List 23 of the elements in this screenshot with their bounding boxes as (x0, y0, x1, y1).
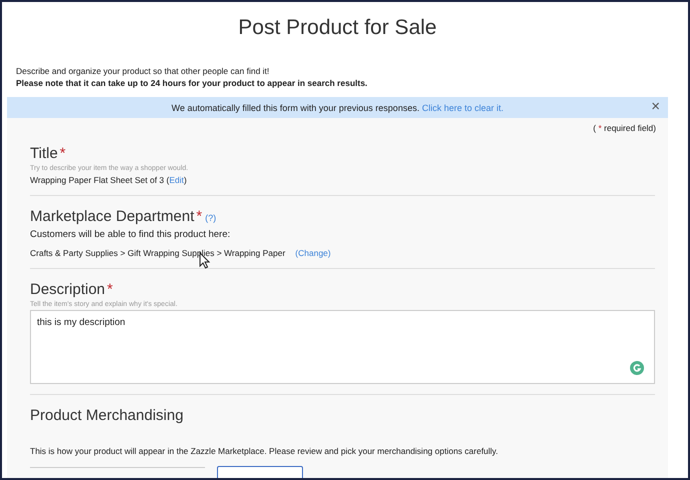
intro-text: Describe and organize your product so that other people can find it! (16, 65, 270, 77)
banner-message: We automatically filled this form with your previous responses. Click here to clear it. (172, 102, 504, 112)
section-subtitle: Customers will be able to find this product here: (30, 229, 232, 240)
required-label: * (196, 208, 202, 225)
description-field[interactable]: this is my description (30, 310, 655, 384)
breadcrumb-path: Crafts & Party Supplies > Gift Wrapping Supplies > Wrapping Paper (30, 248, 286, 258)
section-label: Product Merchandising (30, 407, 184, 424)
section-label: Title (30, 145, 58, 162)
help-link[interactable]: (?) (205, 213, 216, 223)
close-button[interactable]: × (651, 99, 660, 114)
section-label: Marketplace Department (30, 208, 194, 225)
required-label: * (107, 281, 113, 298)
intro-note: Please note that it can take up to 24 hours for your product to appear in search results. (16, 77, 368, 89)
change-link[interactable]: (Change) (295, 248, 331, 258)
title-value: Wrapping Paper Flat Sheet Set of 3 (Edit) (30, 175, 187, 185)
clear-link[interactable]: Click here to clear it. (422, 102, 504, 112)
required-note: ( * required field) (593, 123, 656, 133)
section-label: Description (30, 281, 106, 298)
page-title: Post Product for Sale (237, 15, 438, 41)
grammar-check-icon (630, 361, 644, 375)
required-label: * (60, 145, 66, 162)
section-description: This is how your product will appear in the Zazzle Marketplace. Please review and pick your merchandising options carefully. (30, 446, 500, 456)
edit-link[interactable]: Edit (169, 175, 184, 185)
